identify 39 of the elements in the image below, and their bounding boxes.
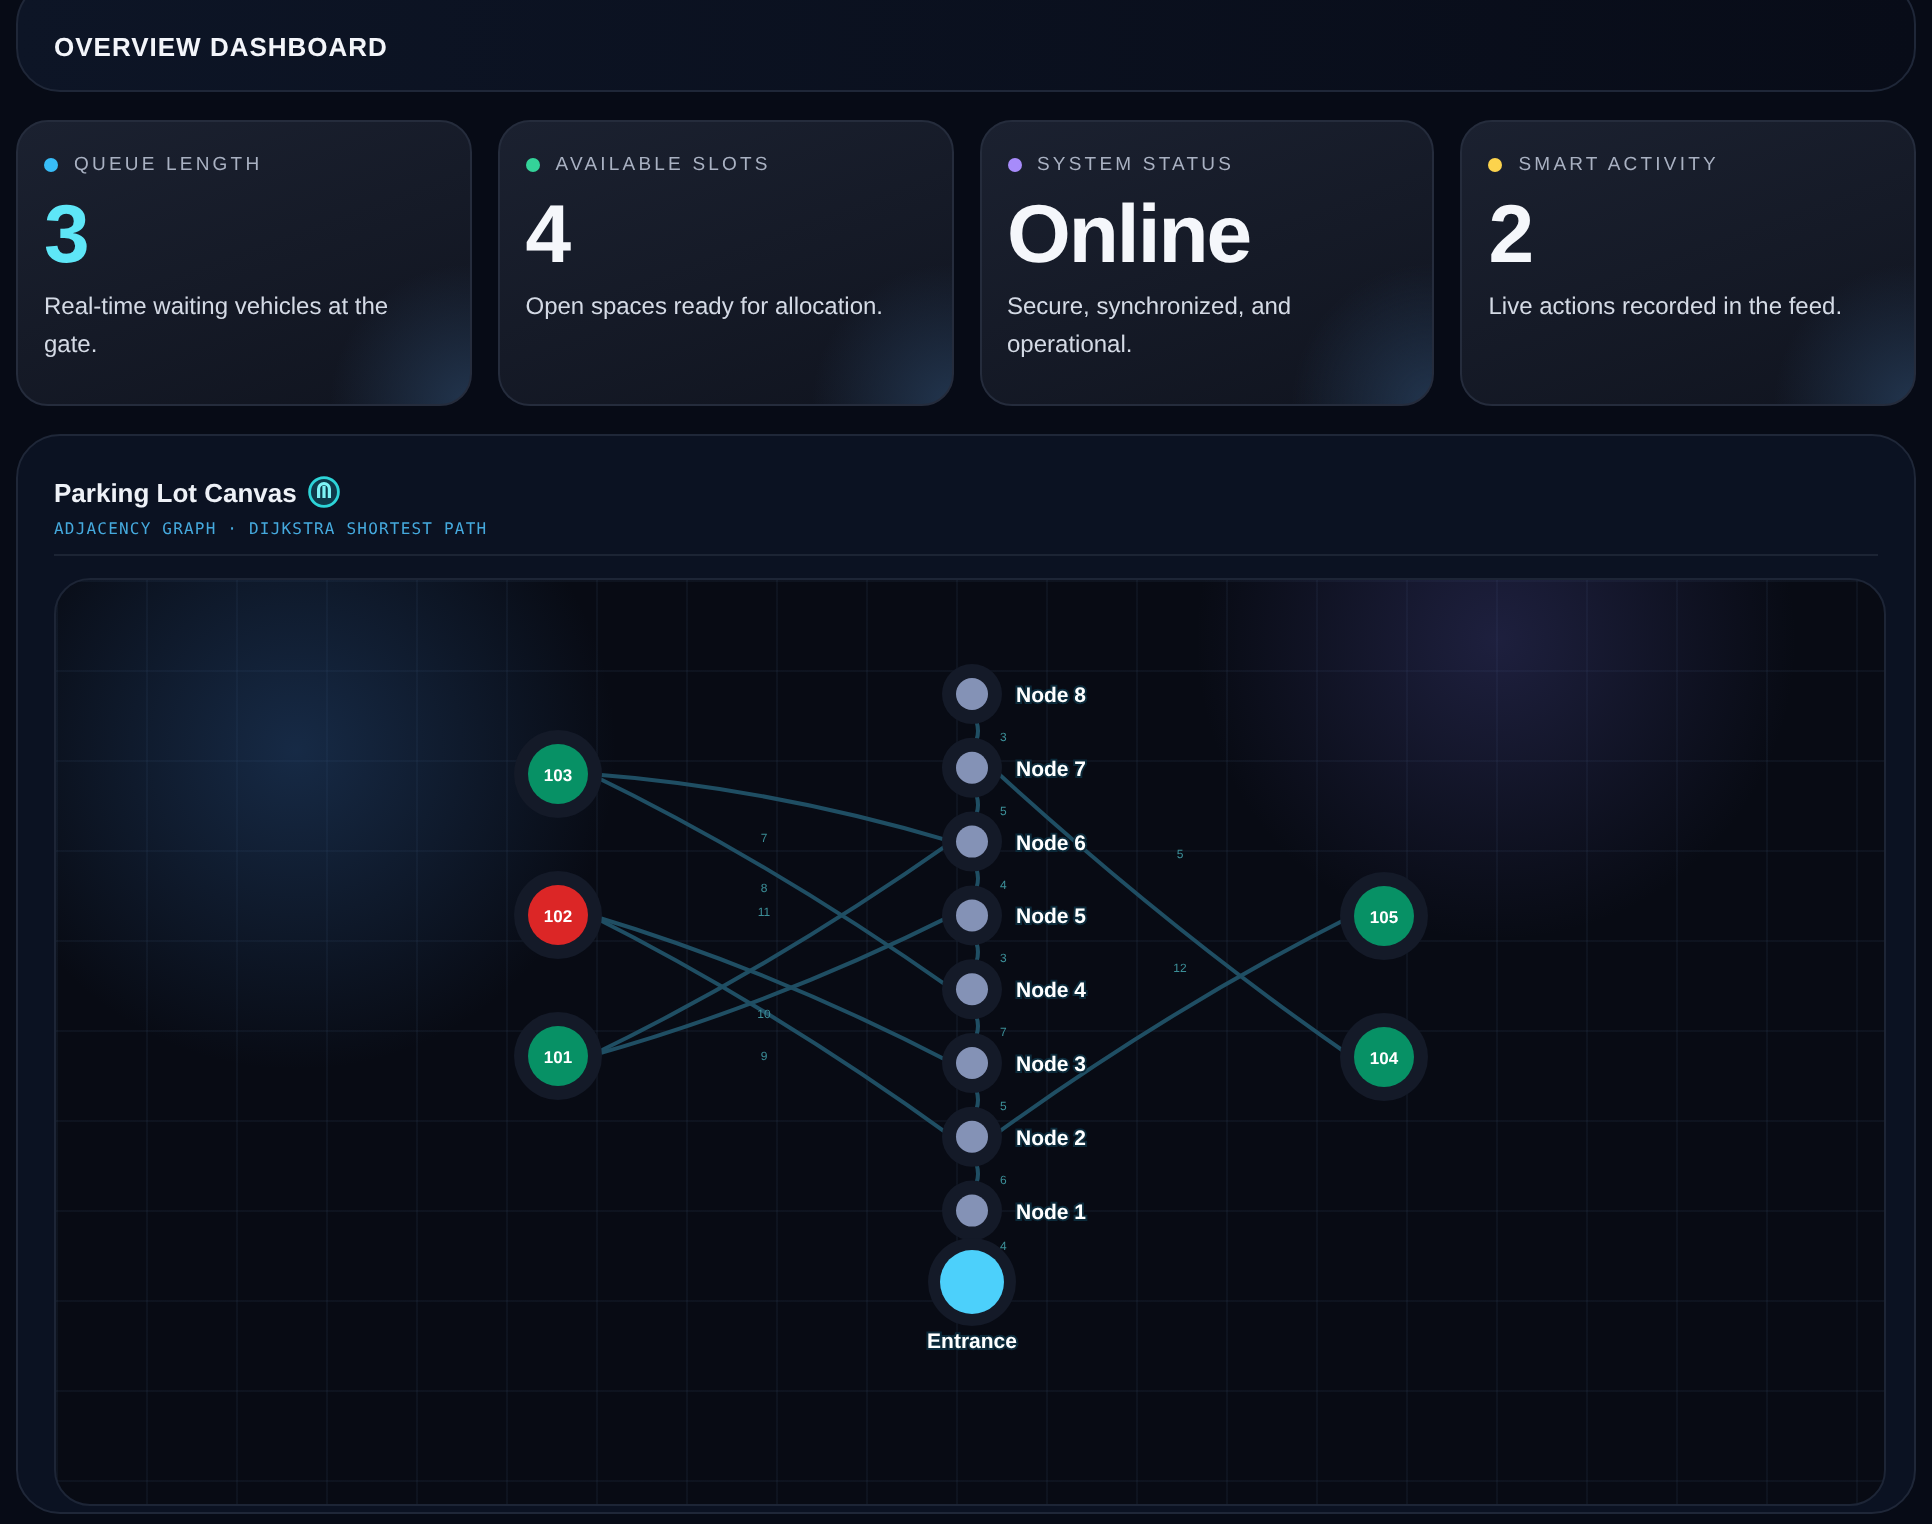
slot-number: 105	[1369, 907, 1399, 927]
slot-number: 104	[1369, 1048, 1399, 1068]
node-label: Node 8	[1016, 684, 1087, 708]
graph-node	[942, 664, 1002, 724]
slot-number: 103	[543, 765, 573, 785]
graph-node	[942, 737, 1002, 798]
graph-node	[942, 959, 1002, 1020]
slot-number: 101	[543, 1047, 573, 1067]
graph-node	[942, 1033, 1002, 1093]
card-label-text: SYSTEM STATUS	[1037, 154, 1235, 176]
node-label: Entrance	[927, 1330, 1017, 1354]
slot-number: 102	[543, 906, 573, 926]
card-description: Secure, synchronized, and operational.	[1007, 290, 1294, 362]
card-label-text: AVAILABLE SLOTS	[555, 154, 771, 176]
card-label-text: SMART ACTIVITY	[1518, 154, 1719, 176]
card-description: Live actions recorded in the feed.	[1488, 290, 1845, 324]
node-label: Node 7	[1016, 757, 1087, 782]
node-label: Node 6	[1016, 831, 1087, 856]
card-label-text: QUEUE LENGTH	[74, 154, 263, 176]
stat-value: 2	[1488, 188, 1535, 280]
graph-node	[942, 1106, 1002, 1167]
graph-node	[942, 811, 1002, 872]
card-description: Open spaces ready for allocation.	[525, 290, 886, 324]
node-label: Node 2	[1016, 1126, 1087, 1151]
parking-icon	[308, 476, 341, 508]
stat-value: 3	[44, 188, 90, 280]
card-description: Real-time waiting vehicles at the gate.	[44, 290, 391, 362]
panel-subtitle: ADJACENCY GRAPH · DIJKSTRA SHORTEST PATH	[54, 520, 490, 538]
node-label: Node 5	[1016, 905, 1087, 930]
graph-node	[942, 1180, 1002, 1241]
entrance-node	[928, 1238, 1016, 1326]
node-label: Node 1	[1016, 1200, 1087, 1225]
node-label: Node 3	[1016, 1053, 1087, 1077]
stat-value: 4	[525, 188, 573, 280]
panel-title: Parking Lot Canvas	[54, 477, 297, 507]
stat-value: Online	[1007, 188, 1253, 280]
node-label: Node 4	[1016, 979, 1087, 1004]
graph-node	[942, 885, 1002, 946]
page-title: OVERVIEW DASHBOARD	[54, 31, 388, 61]
